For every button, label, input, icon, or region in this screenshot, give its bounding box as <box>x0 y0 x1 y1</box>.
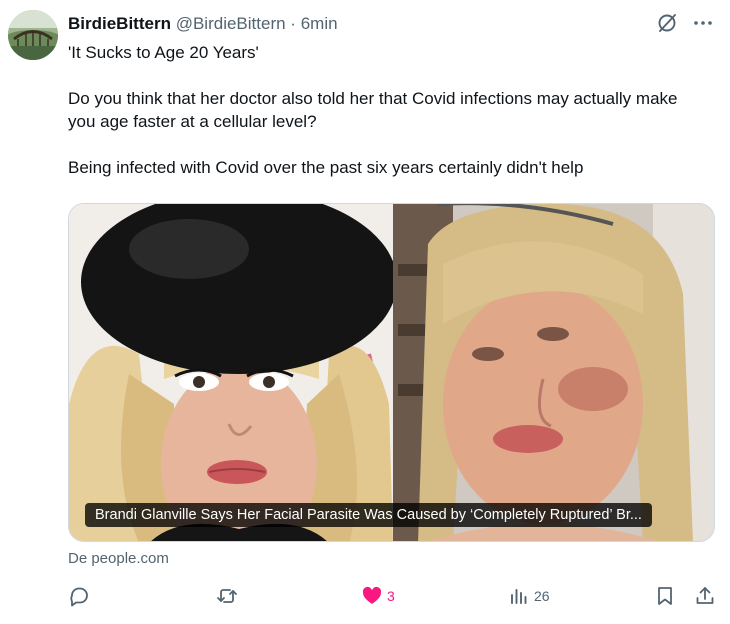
heart-icon <box>362 586 382 604</box>
share-icon <box>696 587 714 604</box>
separator: · <box>290 14 296 33</box>
post-text-line: Do you think that her doctor also told h… <box>68 89 678 131</box>
grok-slash-icon[interactable] <box>656 12 678 34</box>
link-card[interactable]: Brandi Glanville Says Her Facial Parasit… <box>68 203 715 542</box>
post-header: BirdieBittern @BirdieBittern · 6min <box>68 13 338 35</box>
post-text: 'It Sucks to Age 20 Years' Do you think … <box>68 41 708 179</box>
reply-button[interactable] <box>68 582 90 610</box>
card-caption: Brandi Glanville Says Her Facial Parasit… <box>85 503 652 527</box>
share-button[interactable] <box>694 582 716 610</box>
timestamp[interactable]: 6min <box>301 14 338 33</box>
card-image-left <box>69 204 393 541</box>
bookmark-button[interactable] <box>654 582 676 610</box>
views-icon <box>511 589 527 604</box>
post[interactable]: BirdieBittern @BirdieBittern · 6min 'It … <box>0 0 730 624</box>
post-text-line: 'It Sucks to Age 20 Years' <box>68 43 259 62</box>
more-icon[interactable] <box>692 12 714 34</box>
repost-icon <box>217 589 237 603</box>
link-source[interactable]: De people.com <box>68 550 169 567</box>
bookmark-icon <box>658 587 672 605</box>
reply-icon <box>70 587 88 607</box>
display-name[interactable]: BirdieBittern <box>68 14 171 33</box>
repost-button[interactable] <box>216 582 238 610</box>
like-count: 3 <box>387 588 395 604</box>
avatar[interactable] <box>8 10 58 60</box>
handle[interactable]: @BirdieBittern <box>176 14 286 33</box>
views-count: 26 <box>534 588 550 604</box>
like-button[interactable]: 3 <box>361 582 395 610</box>
post-text-line: Being infected with Covid over the past … <box>68 158 584 177</box>
views-button[interactable]: 26 <box>508 582 550 610</box>
card-image-right <box>393 204 714 541</box>
action-bar: 3 26 <box>58 582 718 610</box>
